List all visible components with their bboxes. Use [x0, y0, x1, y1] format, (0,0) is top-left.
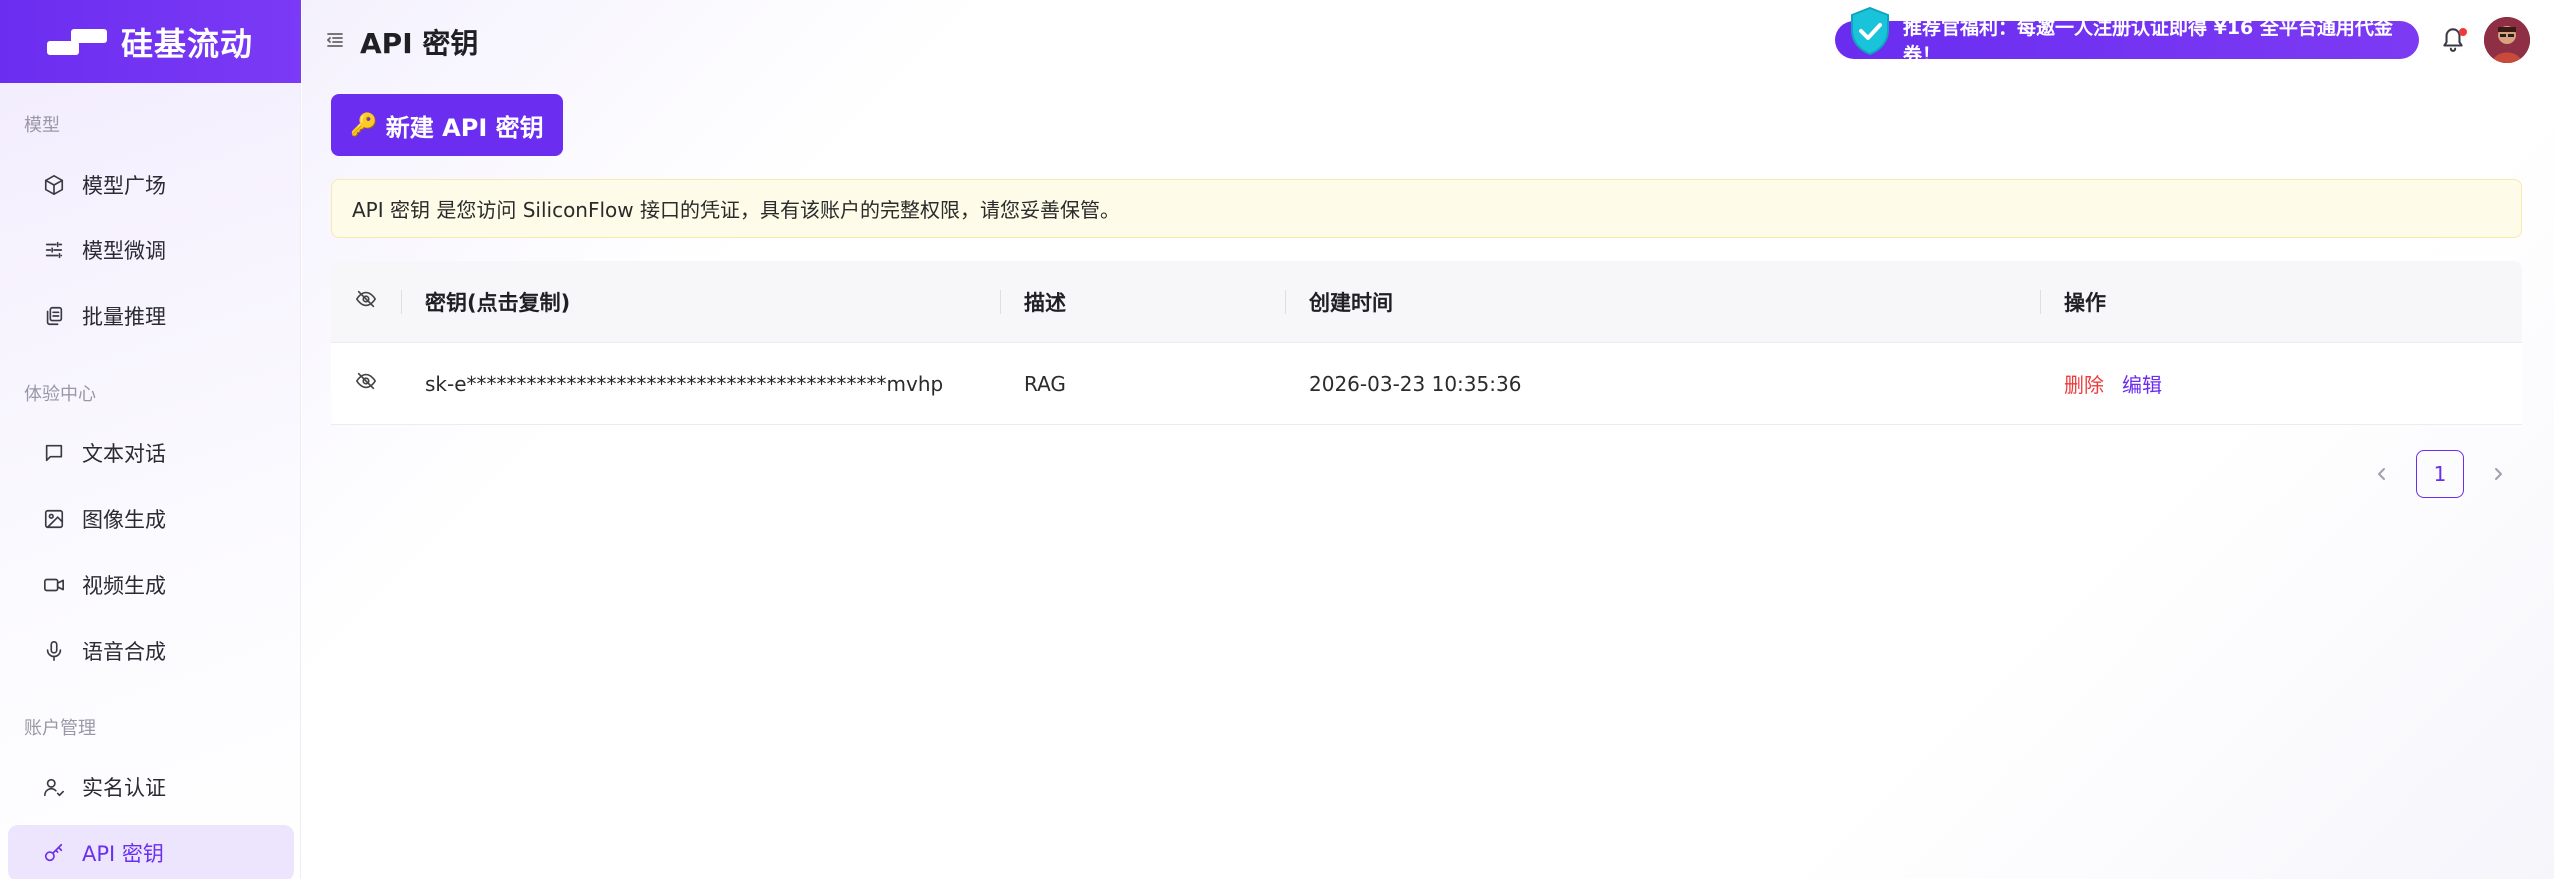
copy-icon	[42, 304, 66, 328]
logo-mark-icon	[47, 27, 109, 57]
prev-page-button[interactable]	[2362, 450, 2402, 498]
eye-off-icon	[355, 288, 377, 315]
table-header: 密钥(点击复制) 描述 创建时间 操作	[331, 261, 2522, 343]
collapse-menu-icon[interactable]	[325, 30, 345, 50]
cube-icon	[42, 173, 66, 197]
notification-bell-icon[interactable]	[2440, 25, 2468, 55]
microphone-icon	[42, 639, 66, 663]
sidebar-item-label: 文本对话	[82, 442, 166, 466]
security-notice: API 密钥 是您访问 SiliconFlow 接口的凭证，具有该账户的完整权限…	[331, 179, 2522, 238]
image-icon	[42, 507, 66, 531]
new-api-key-button[interactable]: 🔑 新建 API 密钥	[331, 94, 563, 156]
key-created-time: 2026-03-23 10:35:36	[1285, 343, 2040, 424]
shield-check-icon	[1848, 6, 1892, 56]
sidebar: 硅基流动 模型 模型广场 模型微调 批量推理 体验中心 文本对话 图像生成 视频…	[0, 0, 301, 879]
sidebar-item-model-square[interactable]: 模型广场	[8, 157, 294, 213]
sidebar-item-label: 模型广场	[82, 174, 166, 198]
new-api-key-label: 新建 API 密钥	[385, 113, 544, 142]
edit-key-link[interactable]: 编辑	[2122, 369, 2162, 398]
video-icon	[42, 573, 66, 597]
nav-group-account: 账户管理	[24, 718, 96, 739]
column-header-created-label: 创建时间	[1309, 290, 1393, 315]
toggle-key-visibility[interactable]	[331, 343, 401, 424]
key-created-text: 2026-03-23 10:35:36	[1309, 371, 1522, 396]
sidebar-item-label: API 密钥	[82, 842, 164, 866]
chevron-left-icon	[2378, 468, 2385, 480]
column-header-actions-label: 操作	[2064, 290, 2106, 315]
sidebar-item-verification[interactable]: 实名认证	[8, 759, 294, 815]
chevron-right-icon	[2495, 468, 2502, 480]
user-check-icon	[42, 775, 66, 799]
eye-off-icon	[355, 370, 377, 397]
sidebar-item-batch-inference[interactable]: 批量推理	[8, 288, 294, 344]
sidebar-item-label: 批量推理	[82, 305, 166, 329]
brand-name: 硅基流动	[121, 24, 254, 63]
column-header-key-label: 密钥(点击复制)	[425, 290, 571, 315]
sidebar-item-label: 语音合成	[82, 640, 166, 664]
promo-text: 推荐官福利：每邀一人注册认证即得 ¥16 全平台通用代金券！	[1903, 17, 2393, 66]
page-number-current[interactable]: 1	[2416, 450, 2464, 498]
column-header-description: 描述	[1000, 261, 1285, 342]
key-description-text: RAG	[1024, 371, 1066, 396]
table-row: sk-e************************************…	[331, 343, 2522, 425]
sidebar-item-label: 模型微调	[82, 239, 166, 263]
toggle-all-visibility[interactable]	[331, 261, 401, 342]
key-description: RAG	[1000, 343, 1285, 424]
nav-group-models: 模型	[24, 115, 60, 136]
main-content: API 密钥 推荐官福利：每邀一人注册认证即得 ¥16 全平台通用代金券！ 🔑 …	[302, 0, 2554, 879]
user-avatar[interactable]	[2484, 17, 2530, 63]
chat-icon	[42, 441, 66, 465]
sidebar-item-video-gen[interactable]: 视频生成	[8, 557, 294, 613]
api-key-value[interactable]: sk-e************************************…	[401, 343, 1000, 424]
referral-promo-banner[interactable]: 推荐官福利：每邀一人注册认证即得 ¥16 全平台通用代金券！	[1835, 17, 2419, 66]
notification-dot	[2459, 28, 2467, 36]
key-icon	[42, 841, 66, 865]
column-header-description-label: 描述	[1024, 290, 1066, 315]
sidebar-item-label: 视频生成	[82, 574, 166, 598]
sidebar-item-label: 实名认证	[82, 776, 166, 800]
brand-logo[interactable]: 硅基流动	[0, 0, 301, 83]
api-key-text: sk-e************************************…	[425, 371, 944, 396]
sidebar-item-fine-tune[interactable]: 模型微调	[8, 222, 294, 278]
row-actions: 删除 编辑	[2040, 343, 2522, 424]
pagination: 1	[2362, 450, 2518, 498]
sidebar-item-tts[interactable]: 语音合成	[8, 623, 294, 679]
column-header-actions: 操作	[2040, 261, 2522, 342]
next-page-button[interactable]	[2478, 450, 2518, 498]
page-title: API 密钥	[360, 27, 479, 60]
column-header-created: 创建时间	[1285, 261, 2040, 342]
sliders-icon	[42, 238, 66, 262]
api-keys-table: 密钥(点击复制) 描述 创建时间 操作 sk-e****************…	[331, 261, 2522, 425]
notice-text: API 密钥 是您访问 SiliconFlow 接口的凭证，具有该账户的完整权限…	[352, 198, 1120, 222]
top-bar: API 密钥 推荐官福利：每邀一人注册认证即得 ¥16 全平台通用代金券！	[302, 0, 2554, 83]
key-emoji-icon: 🔑	[350, 112, 378, 138]
delete-key-link[interactable]: 删除	[2064, 369, 2104, 398]
sidebar-item-image-gen[interactable]: 图像生成	[8, 491, 294, 547]
sidebar-item-label: 图像生成	[82, 508, 166, 532]
column-header-key: 密钥(点击复制)	[401, 261, 1000, 342]
nav-group-experience: 体验中心	[24, 384, 96, 405]
sidebar-item-api-keys[interactable]: API 密钥	[8, 825, 294, 879]
sidebar-item-text-chat[interactable]: 文本对话	[8, 425, 294, 481]
